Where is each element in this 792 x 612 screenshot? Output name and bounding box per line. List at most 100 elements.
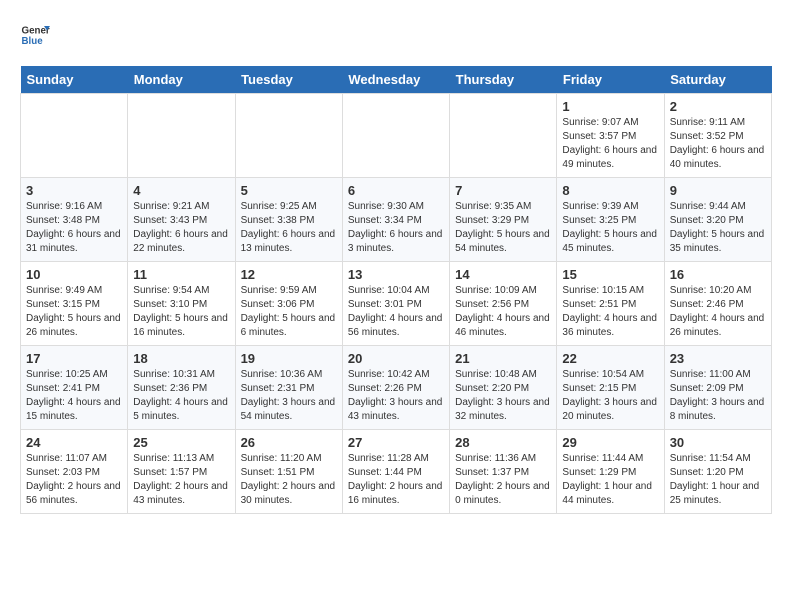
day-info: Sunrise: 10:15 AM Sunset: 2:51 PM Daylig…	[562, 284, 658, 340]
calendar-cell: 30Sunrise: 11:54 AM Sunset: 1:20 PM Dayl…	[664, 430, 771, 514]
day-info: Sunrise: 11:00 AM Sunset: 2:09 PM Daylig…	[670, 368, 766, 424]
calendar-cell: 13Sunrise: 10:04 AM Sunset: 3:01 PM Dayl…	[342, 262, 449, 346]
day-number: 4	[133, 183, 229, 198]
calendar-cell: 26 Sunrise: 11:20 AM Sunset: 1:51 PM Dayl…	[235, 430, 342, 514]
calendar-cell: 25 Sunrise: 11:13 AM Sunset: 1:57 PM Dayl…	[128, 430, 235, 514]
calendar-cell: 20 Sunrise: 10:42 AM Sunset: 2:26 PM Dayl…	[342, 346, 449, 430]
calendar-cell: 22 Sunrise: 10:54 AM Sunset: 2:15 PM Dayl…	[557, 346, 664, 430]
day-number: 14	[455, 267, 551, 282]
day-info: Sunrise: 9:11 AM Sunset: 3:52 PM Dayligh…	[670, 116, 766, 172]
day-info: Sunrise: 9:16 AM Sunset: 3:48 PM Dayligh…	[26, 200, 122, 256]
day-info: Sunrise: 10:20 AM Sunset: 2:46 PM Daylig…	[670, 284, 766, 340]
calendar-cell: 29 Sunrise: 11:44 AM Sunset: 1:29 PM Dayl…	[557, 430, 664, 514]
day-number: 1	[562, 99, 658, 114]
calendar-header-saturday: Saturday	[664, 66, 771, 94]
day-number: 11	[133, 267, 229, 282]
calendar-cell	[21, 94, 128, 178]
day-number: 21	[455, 351, 551, 366]
day-number: 30	[670, 435, 766, 450]
calendar-cell: 21 Sunrise: 10:48 AM Sunset: 2:20 PM Dayl…	[450, 346, 557, 430]
calendar-cell: 11 Sunrise: 9:54 AM Sunset: 3:10 PM Dayli…	[128, 262, 235, 346]
day-number: 22	[562, 351, 658, 366]
day-number: 5	[241, 183, 337, 198]
day-number: 7	[455, 183, 551, 198]
calendar-header-row: SundayMondayTuesdayWednesdayThursdayFrid…	[21, 66, 772, 94]
day-info: Sunrise: 9:49 AM Sunset: 3:15 PM Dayligh…	[26, 284, 122, 340]
calendar-cell: 7 Sunrise: 9:35 AM Sunset: 3:29 PM Daylig…	[450, 178, 557, 262]
day-info: Sunrise: 9:21 AM Sunset: 3:43 PM Dayligh…	[133, 200, 229, 256]
calendar-cell: 18Sunrise: 10:31 AM Sunset: 2:36 PM Dayl…	[128, 346, 235, 430]
day-info: Sunrise: 10:42 AM Sunset: 2:26 PM Daylig…	[348, 368, 444, 424]
day-number: 28	[455, 435, 551, 450]
logo: General Blue	[20, 20, 50, 50]
day-number: 13	[348, 267, 444, 282]
day-info: Sunrise: 10:25 AM Sunset: 2:41 PM Daylig…	[26, 368, 122, 424]
day-info: Sunrise: 9:39 AM Sunset: 3:25 PM Dayligh…	[562, 200, 658, 256]
day-number: 25	[133, 435, 229, 450]
day-number: 10	[26, 267, 122, 282]
calendar-cell: 24 Sunrise: 11:07 AM Sunset: 2:03 PM Dayl…	[21, 430, 128, 514]
logo-icon: General Blue	[20, 20, 50, 50]
day-number: 3	[26, 183, 122, 198]
calendar-week-4: 17Sunrise: 10:25 AM Sunset: 2:41 PM Dayl…	[21, 346, 772, 430]
calendar-cell: 28 Sunrise: 11:36 AM Sunset: 1:37 PM Dayl…	[450, 430, 557, 514]
day-number: 16	[670, 267, 766, 282]
calendar-week-1: 1 Sunrise: 9:07 AM Sunset: 3:57 PM Daylig…	[21, 94, 772, 178]
calendar-week-5: 24 Sunrise: 11:07 AM Sunset: 2:03 PM Dayl…	[21, 430, 772, 514]
day-number: 2	[670, 99, 766, 114]
day-info: Sunrise: 11:13 AM Sunset: 1:57 PM Daylig…	[133, 452, 229, 508]
calendar-cell: 1 Sunrise: 9:07 AM Sunset: 3:57 PM Daylig…	[557, 94, 664, 178]
day-info: Sunrise: 11:20 AM Sunset: 1:51 PM Daylig…	[241, 452, 337, 508]
calendar-cell: 14 Sunrise: 10:09 AM Sunset: 2:56 PM Dayl…	[450, 262, 557, 346]
day-info: Sunrise: 9:54 AM Sunset: 3:10 PM Dayligh…	[133, 284, 229, 340]
day-info: Sunrise: 10:48 AM Sunset: 2:20 PM Daylig…	[455, 368, 551, 424]
day-info: Sunrise: 9:25 AM Sunset: 3:38 PM Dayligh…	[241, 200, 337, 256]
day-info: Sunrise: 11:28 AM Sunset: 1:44 PM Daylig…	[348, 452, 444, 508]
calendar-header-tuesday: Tuesday	[235, 66, 342, 94]
day-number: 24	[26, 435, 122, 450]
calendar-header-thursday: Thursday	[450, 66, 557, 94]
day-number: 9	[670, 183, 766, 198]
calendar-cell: 9Sunrise: 9:44 AM Sunset: 3:20 PM Daylig…	[664, 178, 771, 262]
day-info: Sunrise: 9:59 AM Sunset: 3:06 PM Dayligh…	[241, 284, 337, 340]
calendar-cell: 6 Sunrise: 9:30 AM Sunset: 3:34 PM Daylig…	[342, 178, 449, 262]
day-number: 19	[241, 351, 337, 366]
calendar-cell: 2 Sunrise: 9:11 AM Sunset: 3:52 PM Daylig…	[664, 94, 771, 178]
calendar-cell: 12 Sunrise: 9:59 AM Sunset: 3:06 PM Dayli…	[235, 262, 342, 346]
day-number: 27	[348, 435, 444, 450]
day-number: 8	[562, 183, 658, 198]
day-info: Sunrise: 11:36 AM Sunset: 1:37 PM Daylig…	[455, 452, 551, 508]
day-number: 20	[348, 351, 444, 366]
day-info: Sunrise: 9:35 AM Sunset: 3:29 PM Dayligh…	[455, 200, 551, 256]
calendar-cell: 15Sunrise: 10:15 AM Sunset: 2:51 PM Dayl…	[557, 262, 664, 346]
day-info: Sunrise: 10:09 AM Sunset: 2:56 PM Daylig…	[455, 284, 551, 340]
calendar-cell: 10 Sunrise: 9:49 AM Sunset: 3:15 PM Dayli…	[21, 262, 128, 346]
calendar-body: 1 Sunrise: 9:07 AM Sunset: 3:57 PM Daylig…	[21, 94, 772, 514]
day-number: 18	[133, 351, 229, 366]
day-info: Sunrise: 11:44 AM Sunset: 1:29 PM Daylig…	[562, 452, 658, 508]
day-info: Sunrise: 9:07 AM Sunset: 3:57 PM Dayligh…	[562, 116, 658, 172]
calendar-header-friday: Friday	[557, 66, 664, 94]
calendar-header-sunday: Sunday	[21, 66, 128, 94]
day-number: 12	[241, 267, 337, 282]
day-number: 29	[562, 435, 658, 450]
calendar-cell: 4 Sunrise: 9:21 AM Sunset: 3:43 PM Daylig…	[128, 178, 235, 262]
calendar-header-wednesday: Wednesday	[342, 66, 449, 94]
calendar-cell: 5 Sunrise: 9:25 AM Sunset: 3:38 PM Daylig…	[235, 178, 342, 262]
calendar-cell: 3 Sunrise: 9:16 AM Sunset: 3:48 PM Daylig…	[21, 178, 128, 262]
day-info: Sunrise: 10:54 AM Sunset: 2:15 PM Daylig…	[562, 368, 658, 424]
day-info: Sunrise: 9:30 AM Sunset: 3:34 PM Dayligh…	[348, 200, 444, 256]
day-info: Sunrise: 10:36 AM Sunset: 2:31 PM Daylig…	[241, 368, 337, 424]
calendar-cell: 27 Sunrise: 11:28 AM Sunset: 1:44 PM Dayl…	[342, 430, 449, 514]
calendar-cell: 8 Sunrise: 9:39 AM Sunset: 3:25 PM Daylig…	[557, 178, 664, 262]
calendar-week-3: 10 Sunrise: 9:49 AM Sunset: 3:15 PM Dayli…	[21, 262, 772, 346]
page-header: General Blue	[20, 20, 772, 50]
calendar-cell	[128, 94, 235, 178]
day-number: 6	[348, 183, 444, 198]
day-number: 26	[241, 435, 337, 450]
day-info: Sunrise: 11:07 AM Sunset: 2:03 PM Daylig…	[26, 452, 122, 508]
calendar-cell	[450, 94, 557, 178]
calendar-week-2: 3 Sunrise: 9:16 AM Sunset: 3:48 PM Daylig…	[21, 178, 772, 262]
svg-text:Blue: Blue	[22, 36, 44, 47]
calendar-cell	[235, 94, 342, 178]
